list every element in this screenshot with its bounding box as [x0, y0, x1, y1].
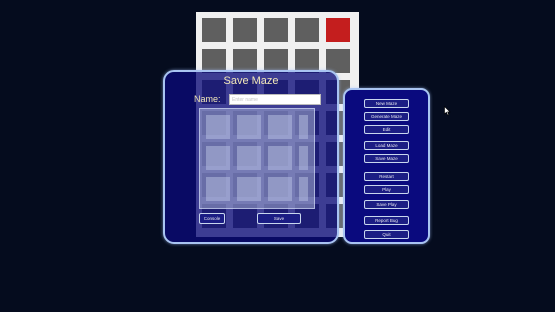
preview-cell	[237, 177, 261, 201]
maze-cell	[264, 18, 288, 42]
save-play-button[interactable]: Save Play	[364, 200, 409, 209]
quit-button[interactable]: Quit	[364, 230, 409, 239]
preview-cell	[299, 177, 308, 201]
maze-cell	[295, 18, 319, 42]
maze-preview	[199, 108, 315, 209]
name-label: Name:	[194, 94, 221, 104]
preview-cell	[206, 146, 230, 170]
maze-goal-cell	[326, 18, 350, 42]
play-button[interactable]: Play	[364, 185, 409, 194]
preview-cell	[299, 115, 308, 139]
preview-cell	[268, 115, 292, 139]
name-input[interactable]	[229, 94, 321, 105]
generate-maze-button[interactable]: Generate Maze	[364, 112, 409, 121]
save-button[interactable]: Save	[257, 213, 301, 224]
maze-cell	[233, 18, 257, 42]
preview-cell	[237, 146, 261, 170]
save-maze-button[interactable]: Save Maze	[364, 154, 409, 163]
preview-cell	[268, 146, 292, 170]
preview-cell	[268, 177, 292, 201]
preview-cell	[206, 177, 230, 201]
console-button[interactable]: Console	[199, 213, 225, 224]
preview-cell	[299, 146, 308, 170]
edit-button[interactable]: Edit	[364, 125, 409, 134]
restart-button[interactable]: Restart	[364, 172, 409, 181]
new-maze-button[interactable]: New Maze	[364, 99, 409, 108]
maze-preview-grid	[206, 115, 308, 202]
side-menu: New Maze Generate Maze Edit Load Maze Sa…	[343, 88, 430, 244]
preview-cell	[206, 115, 230, 139]
mouse-pointer-icon	[444, 106, 451, 116]
maze-cell	[202, 18, 226, 42]
report-bug-button[interactable]: Report Bug	[364, 216, 409, 225]
dialog-title: Save Maze	[223, 75, 279, 87]
load-maze-button[interactable]: Load Maze	[364, 141, 409, 150]
preview-cell	[237, 115, 261, 139]
save-maze-dialog: Save Maze Name: Console Save	[163, 70, 339, 244]
